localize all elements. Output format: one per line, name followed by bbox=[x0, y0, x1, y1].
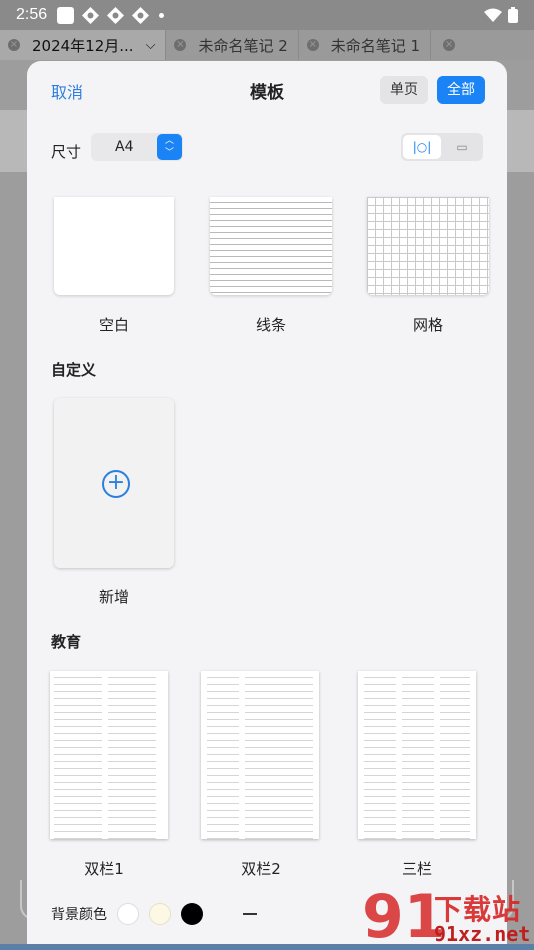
add-template-label: 新增 bbox=[98, 588, 129, 606]
app-icon bbox=[82, 6, 100, 24]
template-label: 空白 bbox=[98, 316, 129, 334]
app-icon bbox=[107, 6, 125, 24]
battery-icon bbox=[508, 7, 518, 23]
template-label: 线条 bbox=[255, 316, 286, 334]
wifi-icon bbox=[484, 8, 502, 22]
dash-icon bbox=[243, 913, 257, 915]
size-value: A4 bbox=[115, 139, 134, 155]
close-icon[interactable]: × bbox=[174, 39, 187, 51]
section-title-education: 教育 bbox=[51, 633, 82, 651]
tab-note-2[interactable]: × 未命名笔记 2 bbox=[166, 30, 299, 60]
landscape-orientation-button[interactable]: ▭ bbox=[443, 135, 481, 159]
template-label: 三栏 bbox=[401, 860, 432, 878]
tab-note-1[interactable]: × 2024年12月... ⌵ bbox=[0, 30, 167, 60]
swatch-cream[interactable] bbox=[149, 903, 171, 925]
close-icon[interactable]: × bbox=[443, 39, 456, 51]
section-title-custom: 自定义 bbox=[51, 361, 97, 379]
bottom-edge bbox=[0, 944, 534, 950]
size-row: 尺寸 A4 ︿ ﹀ |○| ▭ bbox=[27, 119, 507, 179]
tab-label: 未命名笔记 2 bbox=[198, 36, 288, 55]
template-two-column-1[interactable] bbox=[50, 671, 168, 839]
template-three-column[interactable] bbox=[358, 671, 476, 839]
template-blank[interactable] bbox=[54, 197, 174, 295]
portrait-orientation-button[interactable]: |○| bbox=[403, 135, 441, 159]
tab-label: 2024年12月... bbox=[32, 36, 134, 55]
tab-note-3[interactable]: × 未命名笔记 1 bbox=[299, 30, 432, 60]
more-notifications-dot bbox=[159, 12, 165, 18]
status-bar: 2:56 bbox=[0, 0, 534, 30]
size-label: 尺寸 bbox=[51, 143, 82, 161]
filter-single-button[interactable]: 单页 bbox=[380, 76, 428, 104]
template-lined[interactable] bbox=[210, 197, 332, 295]
filter-all-button[interactable]: 全部 bbox=[437, 76, 485, 104]
plus-circle-icon: + bbox=[102, 470, 130, 498]
status-time: 2:56 bbox=[16, 6, 48, 23]
tab-bar: × 2024年12月... ⌵ × 未命名笔记 2 × 未命名笔记 1 × bbox=[0, 30, 534, 60]
watermark-logo: 91 bbox=[362, 882, 446, 950]
template-grid[interactable] bbox=[367, 197, 489, 295]
filter-segment: 单页 全部 bbox=[380, 76, 485, 104]
app-icon bbox=[132, 6, 150, 24]
sheet-header: 取消 模板 单页 全部 bbox=[27, 61, 507, 119]
template-label: 双栏2 bbox=[241, 860, 281, 878]
template-label: 双栏1 bbox=[84, 860, 124, 878]
size-select[interactable]: A4 ︿ ﹀ bbox=[91, 133, 183, 161]
tab-label: 未命名笔记 1 bbox=[330, 36, 421, 55]
background-color-row: 背景颜色 bbox=[51, 903, 257, 925]
orientation-toggle: |○| ▭ bbox=[401, 133, 483, 161]
up-down-chevron-icon[interactable]: ︿ ﹀ bbox=[157, 134, 182, 160]
notification-icon bbox=[57, 6, 75, 24]
template-sheet: 取消 模板 单页 全部 尺寸 A4 ︿ ﹀ |○| ▭ 空白 线条 网格 自定义 … bbox=[27, 61, 507, 950]
template-two-column-2[interactable] bbox=[201, 671, 319, 839]
close-icon[interactable]: × bbox=[8, 39, 20, 51]
template-label: 网格 bbox=[412, 316, 443, 334]
swatch-white[interactable] bbox=[117, 903, 139, 925]
background-color-label: 背景颜色 bbox=[51, 907, 107, 923]
site-watermark: 91 下载站 91xz.net bbox=[362, 882, 534, 950]
watermark-url: 91xz.net bbox=[434, 922, 531, 946]
chevron-down-icon[interactable]: ⌵ bbox=[146, 38, 156, 53]
add-template-button[interactable]: + bbox=[54, 398, 174, 568]
swatch-black[interactable] bbox=[181, 903, 203, 925]
close-icon[interactable]: × bbox=[306, 39, 319, 51]
tab-overflow[interactable]: × bbox=[431, 30, 465, 60]
